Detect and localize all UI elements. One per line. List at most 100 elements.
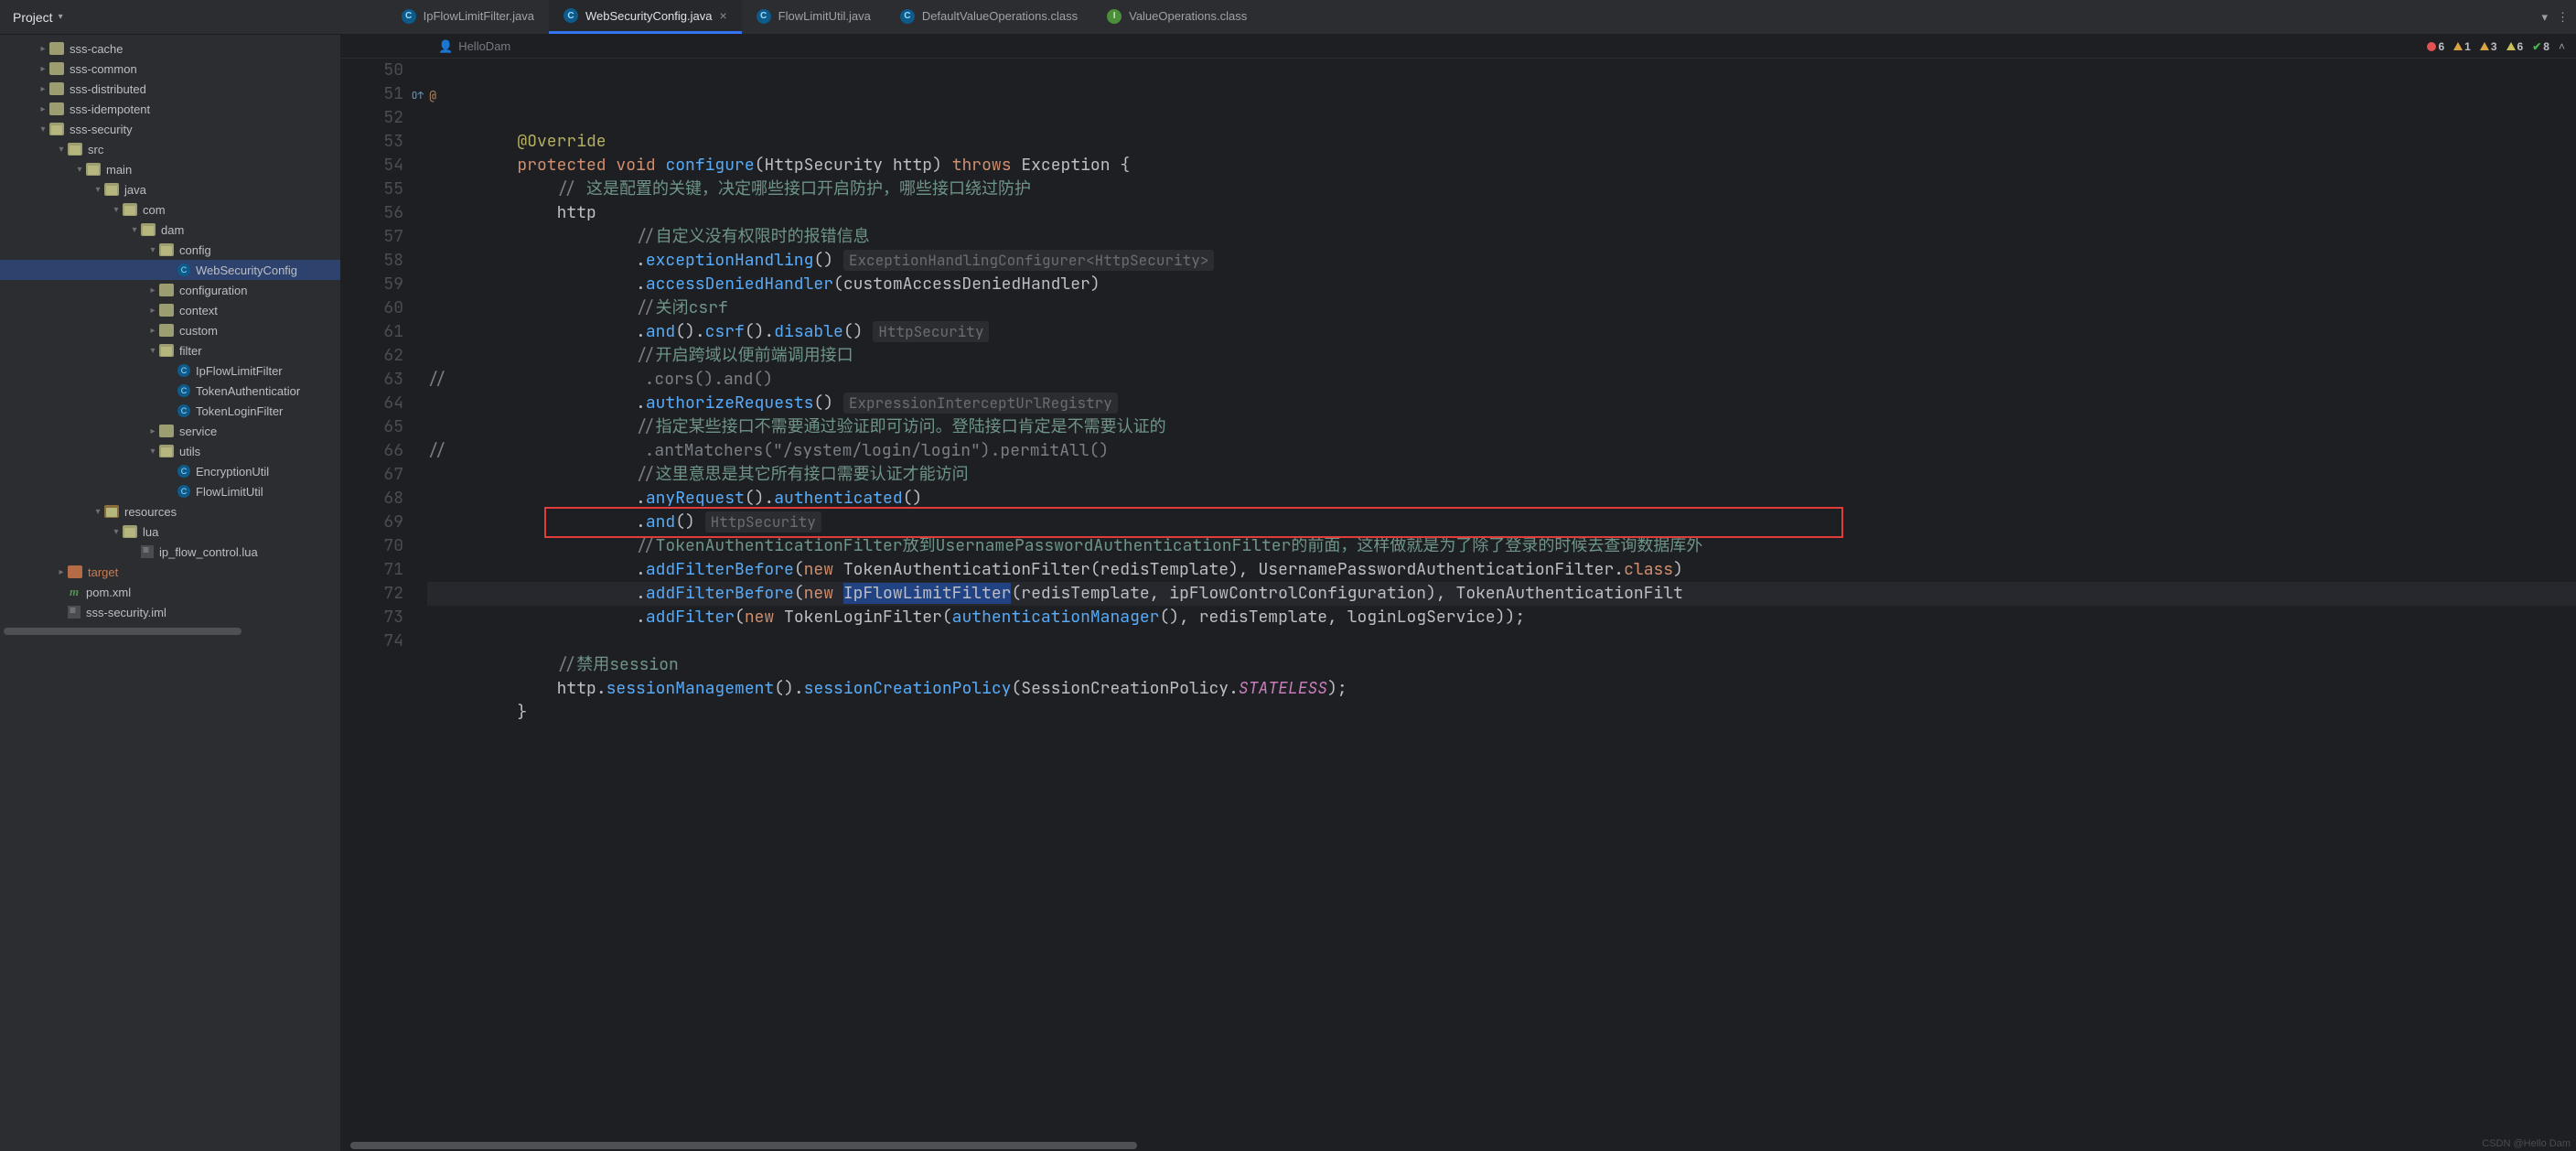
- chevron-down-icon[interactable]: ▾: [91, 507, 104, 517]
- code-line[interactable]: @Override: [427, 130, 2576, 154]
- tree-item-sss-common[interactable]: ▸sss-common: [0, 59, 340, 79]
- editor[interactable]: 👤 HelloDam 6 1 3 6 ✔8 ˄ 5051525354555657…: [341, 35, 2576, 1151]
- chevron-down-icon[interactable]: ▾: [55, 145, 68, 155]
- line-number[interactable]: 61: [341, 320, 403, 344]
- chevron-right-icon[interactable]: ▸: [37, 84, 49, 94]
- tree-item-sss-cache[interactable]: ▸sss-cache: [0, 38, 340, 59]
- line-number[interactable]: 51: [341, 82, 403, 106]
- line-number[interactable]: 70: [341, 534, 403, 558]
- tree-item-tokenauthenticatior[interactable]: CTokenAuthenticatior: [0, 381, 340, 401]
- tree-item-src[interactable]: ▾src: [0, 139, 340, 159]
- line-number[interactable]: 73: [341, 606, 403, 629]
- warn2-count[interactable]: 3: [2480, 40, 2497, 53]
- code-line[interactable]: .authorizeRequests() ExpressionIntercept…: [427, 392, 2576, 415]
- project-tree[interactable]: ▸sss-cache▸sss-common▸sss-distributed▸ss…: [0, 35, 341, 1151]
- code-line[interactable]: [427, 629, 2576, 653]
- chevron-right-icon[interactable]: ▸: [146, 285, 159, 296]
- tree-item-configuration[interactable]: ▸configuration: [0, 280, 340, 300]
- code-line[interactable]: // .antMatchers("/system/login/login").p…: [427, 439, 2576, 463]
- tree-item-encryptionutil[interactable]: CEncryptionUtil: [0, 461, 340, 481]
- line-number[interactable]: 67: [341, 463, 403, 487]
- inspection-summary[interactable]: 6 1 3 6 ✔8 ˄: [2427, 40, 2565, 53]
- code-line[interactable]: }: [427, 701, 2576, 725]
- tree-item-lua[interactable]: ▾lua: [0, 522, 340, 542]
- line-number[interactable]: 53: [341, 130, 403, 154]
- chevron-right-icon[interactable]: ▸: [146, 326, 159, 336]
- code-line[interactable]: http.sessionManagement().sessionCreation…: [427, 677, 2576, 701]
- code-line[interactable]: .addFilterBefore(new TokenAuthentication…: [427, 558, 2576, 582]
- code-line[interactable]: .accessDeniedHandler(customAccessDeniedH…: [427, 273, 2576, 296]
- tree-item-websecurityconfig[interactable]: CWebSecurityConfig: [0, 260, 340, 280]
- warn1-count[interactable]: 1: [2453, 40, 2471, 53]
- code-line[interactable]: // 这是配置的关键，决定哪些接口开启防护，哪些接口绕过防护: [427, 177, 2576, 201]
- close-icon[interactable]: ×: [719, 8, 726, 23]
- line-number[interactable]: 65: [341, 415, 403, 439]
- line-number[interactable]: 50: [341, 59, 403, 82]
- chevron-right-icon[interactable]: ▸: [37, 64, 49, 74]
- chevron-down-icon[interactable]: ▾: [146, 446, 159, 457]
- ok-count[interactable]: ✔8: [2532, 40, 2549, 53]
- chevron-down-icon[interactable]: ▾: [91, 185, 104, 195]
- tree-item-resources[interactable]: ▾resources: [0, 501, 340, 522]
- line-number[interactable]: 63: [341, 368, 403, 392]
- code-line[interactable]: //TokenAuthenticationFilter放到UsernamePas…: [427, 534, 2576, 558]
- line-number[interactable]: 56: [341, 201, 403, 225]
- project-tool-label[interactable]: Project ▾: [0, 10, 76, 25]
- line-number[interactable]: 60: [341, 296, 403, 320]
- tree-item-java[interactable]: ▾java: [0, 179, 340, 199]
- chevron-right-icon[interactable]: ▸: [37, 104, 49, 114]
- line-number[interactable]: 71: [341, 558, 403, 582]
- tab-flowlimitutil-java[interactable]: CFlowLimitUtil.java: [742, 0, 886, 34]
- tree-item-sss-idempotent[interactable]: ▸sss-idempotent: [0, 99, 340, 119]
- line-number[interactable]: 68: [341, 487, 403, 511]
- line-number[interactable]: 74: [341, 629, 403, 653]
- editor-h-scrollbar[interactable]: [341, 1140, 2576, 1151]
- code-line[interactable]: protected void configure(HttpSecurity ht…: [427, 154, 2576, 177]
- tree-item-target[interactable]: ▸target: [0, 562, 340, 582]
- insp-up-icon[interactable]: ˄: [2559, 40, 2565, 53]
- chevron-down-icon[interactable]: ▾: [128, 225, 141, 235]
- code-line[interactable]: //禁用session: [427, 653, 2576, 677]
- chevron-right-icon[interactable]: ▸: [55, 567, 68, 577]
- line-number[interactable]: 54: [341, 154, 403, 177]
- line-number[interactable]: 69: [341, 511, 403, 534]
- chevron-down-icon[interactable]: ▾: [73, 165, 86, 175]
- chevron-down-icon[interactable]: ▾: [110, 527, 123, 537]
- chevron-right-icon[interactable]: ▸: [37, 44, 49, 54]
- chevron-down-icon[interactable]: ▾: [110, 205, 123, 215]
- line-number[interactable]: 59: [341, 273, 403, 296]
- tab-ipflowlimitfilter-java[interactable]: CIpFlowLimitFilter.java: [387, 0, 549, 34]
- line-number[interactable]: 66: [341, 439, 403, 463]
- tree-item-utils[interactable]: ▾utils: [0, 441, 340, 461]
- tree-item-context[interactable]: ▸context: [0, 300, 340, 320]
- tree-item-filter[interactable]: ▾filter: [0, 340, 340, 360]
- chevron-right-icon[interactable]: ▸: [146, 426, 159, 436]
- tabs-dropdown-icon[interactable]: ▾: [2541, 10, 2548, 25]
- code-line[interactable]: http: [427, 201, 2576, 225]
- line-number[interactable]: 62: [341, 344, 403, 368]
- code-line[interactable]: .and().csrf().disable() HttpSecurity: [427, 320, 2576, 344]
- code-area[interactable]: @Override protected void configure(HttpS…: [427, 59, 2576, 1140]
- code-line[interactable]: .and() HttpSecurity: [427, 511, 2576, 534]
- tree-h-scrollbar[interactable]: [0, 628, 340, 639]
- code-line[interactable]: //自定义没有权限时的报错信息: [427, 225, 2576, 249]
- code-line[interactable]: .exceptionHandling() ExceptionHandlingCo…: [427, 249, 2576, 273]
- tree-item-com[interactable]: ▾com: [0, 199, 340, 220]
- tree-item-config[interactable]: ▾config: [0, 240, 340, 260]
- chevron-right-icon[interactable]: ▸: [146, 306, 159, 316]
- tree-item-ip_flow_control-lua[interactable]: ip_flow_control.lua: [0, 542, 340, 562]
- code-line[interactable]: .addFilterBefore(new IpFlowLimitFilter(r…: [427, 582, 2576, 606]
- tab-defaultvalueoperations-class[interactable]: CDefaultValueOperations.class: [886, 0, 1092, 34]
- line-number[interactable]: 55: [341, 177, 403, 201]
- errors-count[interactable]: 6: [2427, 40, 2444, 53]
- code-line[interactable]: .anyRequest().authenticated(): [427, 487, 2576, 511]
- line-number[interactable]: 58: [341, 249, 403, 273]
- line-number[interactable]: 52: [341, 106, 403, 130]
- tab-websecurityconfig-java[interactable]: CWebSecurityConfig.java×: [549, 0, 742, 34]
- tree-item-tokenloginfilter[interactable]: CTokenLoginFilter: [0, 401, 340, 421]
- tree-item-ipflowlimitfilter[interactable]: CIpFlowLimitFilter: [0, 360, 340, 381]
- line-number[interactable]: 72: [341, 582, 403, 606]
- line-number[interactable]: 57: [341, 225, 403, 249]
- code-line[interactable]: //指定某些接口不需要通过验证即可访问。登陆接口肯定是不需要认证的: [427, 415, 2576, 439]
- tree-item-dam[interactable]: ▾dam: [0, 220, 340, 240]
